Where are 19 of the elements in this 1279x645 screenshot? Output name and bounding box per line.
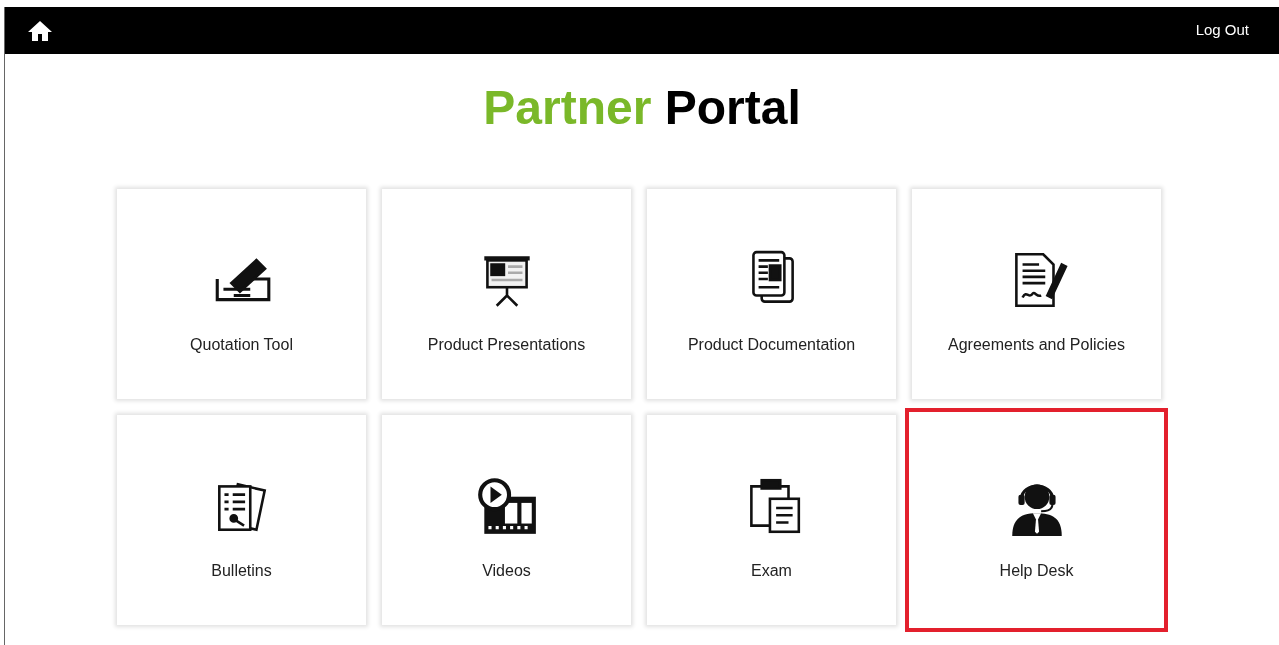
portal-tile[interactable]: Agreements and Policies	[912, 189, 1161, 399]
portal-tile[interactable]: Product Presentations	[382, 189, 631, 399]
portal-tile[interactable]: Videos	[382, 415, 631, 625]
home-icon[interactable]	[27, 19, 53, 42]
tile-label: Videos	[482, 561, 531, 581]
portal-tile[interactable]: Product Documentation	[647, 189, 896, 399]
tile-label: Exam	[751, 561, 792, 581]
portal-tile[interactable]: Quotation Tool	[117, 189, 366, 399]
tile-label: Quotation Tool	[190, 335, 293, 355]
page-title: Partner Portal	[482, 84, 802, 132]
tile-label: Product Documentation	[687, 335, 856, 355]
tile-label: Product Presentations	[427, 335, 586, 355]
tile-label: Agreements and Policies	[948, 335, 1125, 355]
portal-tile[interactable]: Bulletins	[117, 415, 366, 625]
logout-link[interactable]: Log Out	[1195, 19, 1249, 42]
tile-label: Help Desk	[999, 561, 1074, 581]
portal-tile[interactable]: Help Desk	[905, 408, 1168, 632]
portal-tile[interactable]: Exam	[647, 415, 896, 625]
tile-label: Bulletins	[211, 561, 272, 581]
